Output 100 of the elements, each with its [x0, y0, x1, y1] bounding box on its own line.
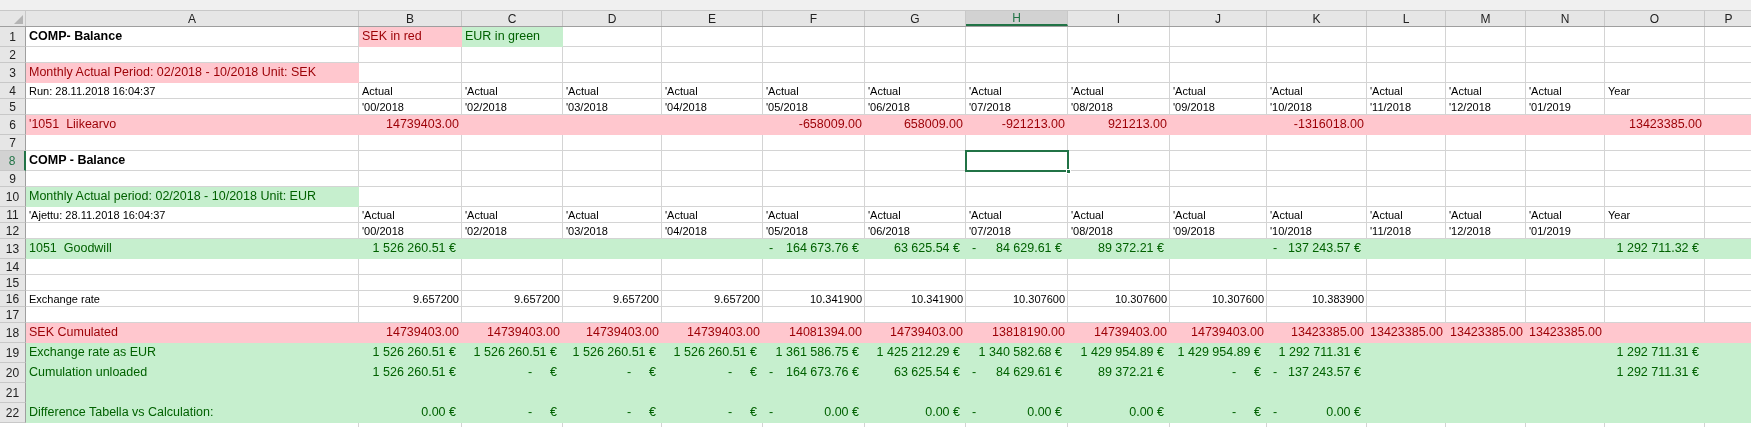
- zero-dash: -: [527, 364, 533, 382]
- row-header[interactable]: 10: [0, 187, 26, 207]
- column-header[interactable]: F: [763, 11, 865, 26]
- zero-dash: -: [727, 404, 733, 422]
- cell-value: 164 673.76 €: [786, 364, 859, 382]
- minus-sign: -: [1273, 364, 1278, 382]
- currency-symbol: €: [550, 404, 557, 422]
- table-cell-text: 1 526 260.51 €: [371, 344, 457, 362]
- zero-dash: -: [727, 364, 733, 382]
- currency-symbol: €: [750, 364, 757, 382]
- table-cell-text: 'Actual: [765, 208, 800, 223]
- minus-sign: -: [972, 364, 977, 382]
- minus-sign: -: [769, 364, 774, 382]
- row-header[interactable]: 21: [0, 383, 26, 403]
- column-header[interactable]: E: [662, 11, 763, 26]
- table-cell-text: Year: [1607, 208, 1632, 223]
- column-header[interactable]: L: [1367, 11, 1446, 26]
- table-cell-text: 13818190.00: [991, 324, 1066, 342]
- row-header[interactable]: 14: [0, 259, 26, 275]
- minus-sign: -: [769, 240, 774, 258]
- row-header[interactable]: 19: [0, 343, 26, 363]
- currency-symbol: €: [550, 364, 557, 382]
- table-cell-text: '12/2018: [1448, 224, 1492, 239]
- table-cell-text: 13423385.00: [1628, 116, 1703, 134]
- table-cell-text: 10.383900: [1311, 292, 1365, 307]
- row-header[interactable]: 7: [0, 135, 26, 151]
- row-header[interactable]: 18: [0, 323, 26, 343]
- table-cell-text: '06/2018: [867, 100, 911, 115]
- table-cell-text: 14739403.00: [385, 324, 460, 342]
- table-cell-text: '09/2018: [1172, 224, 1216, 239]
- column-header[interactable]: J: [1170, 11, 1267, 26]
- table-cell-text: -1316018.00: [1292, 116, 1365, 134]
- select-all-icon[interactable]: [14, 15, 23, 24]
- table-cell-text: '07/2018: [968, 224, 1012, 239]
- table-cell-text: 'Actual: [765, 84, 800, 99]
- cell-value: 164 673.76 €: [786, 240, 859, 258]
- table-cell-text: Difference Tabella vs Calculation:: [28, 404, 215, 422]
- minus-sign: -: [1273, 240, 1278, 258]
- table-cell-text: 14739403.00: [889, 324, 964, 342]
- table-cell-text: 'Actual: [664, 208, 699, 223]
- row-header[interactable]: 12: [0, 223, 26, 239]
- row-header[interactable]: 9: [0, 171, 26, 187]
- zero-dash: -: [1231, 404, 1237, 422]
- row-header[interactable]: 15: [0, 275, 26, 291]
- row-header[interactable]: 2: [0, 47, 26, 63]
- table-cell-text: 1 526 260.51 €: [371, 240, 457, 258]
- table-cell-text: 1 429 954.89 €: [1176, 344, 1262, 362]
- table-cell-text: 1 292 711.31 €: [1615, 364, 1700, 382]
- table-cell: EUR in green: [462, 27, 563, 47]
- table-cell-text: Exchange rate: [28, 292, 101, 307]
- table-cell-text: 'Actual: [1369, 208, 1404, 223]
- table-cell-text: '08/2018: [1070, 224, 1114, 239]
- row-header[interactable]: 11: [0, 207, 26, 223]
- column-header[interactable]: A: [26, 11, 359, 26]
- table-cell-text: 9.657200: [612, 292, 660, 307]
- column-header[interactable]: C: [462, 11, 563, 26]
- row-header[interactable]: 6: [0, 115, 26, 135]
- table-cell-text: '01/2019: [1528, 100, 1572, 115]
- row-header[interactable]: 3: [0, 63, 26, 83]
- table-cell-text: 'Actual: [968, 84, 1003, 99]
- table-cell: Monthly Actual Period: 02/2018 - 10/2018 Unit: SEK: [26, 63, 359, 83]
- table-cell-text: 14739403.00: [1190, 324, 1265, 342]
- column-header[interactable]: N: [1526, 11, 1605, 26]
- column-header[interactable]: M: [1446, 11, 1526, 26]
- column-header[interactable]: B: [359, 11, 462, 26]
- cell-value: 84 629.61 €: [995, 364, 1062, 382]
- table-cell-text: '03/2018: [565, 100, 609, 115]
- zero-dash: -: [527, 404, 533, 422]
- table-cell-text: 'Actual: [1528, 84, 1563, 99]
- cell-value: 84 629.61 €: [995, 240, 1062, 258]
- table-cell-text: 1 429 954.89 €: [1079, 344, 1165, 362]
- row-header[interactable]: 13: [0, 239, 26, 259]
- table-cell-text: 'Actual: [1448, 84, 1483, 99]
- table-cell-text: 10.307600: [1211, 292, 1265, 307]
- table-cell-text: '10/2018: [1269, 100, 1313, 115]
- row-header[interactable]: 20: [0, 363, 26, 383]
- table-cell-text: Exchange rate as EUR: [28, 344, 158, 362]
- table-cell: Monthly Actual period: 02/2018 - 10/2018 Unit: EUR: [26, 187, 359, 207]
- column-header[interactable]: K: [1267, 11, 1367, 26]
- row-header[interactable]: 1: [0, 27, 26, 47]
- table-cell-text: '00/2018: [361, 100, 405, 115]
- column-header[interactable]: H: [966, 11, 1068, 26]
- column-header[interactable]: D: [563, 11, 662, 26]
- table-cell-text: 1 526 260.51 €: [472, 344, 558, 362]
- row-header[interactable]: 5: [0, 99, 26, 115]
- row-header[interactable]: 17: [0, 307, 26, 323]
- table-cell-text: Actual: [361, 84, 394, 99]
- table-cell-text: 'Ajettu: 28.11.2018 16:04:37: [28, 208, 167, 223]
- table-cell-text: 'Actual: [1070, 208, 1105, 223]
- row-header[interactable]: 16: [0, 291, 26, 307]
- column-header[interactable]: O: [1605, 11, 1705, 26]
- column-header[interactable]: I: [1068, 11, 1170, 26]
- table-cell-text: 1 292 711.31 €: [1277, 344, 1362, 362]
- currency-symbol: €: [1254, 364, 1261, 382]
- row-header[interactable]: 8: [0, 151, 26, 171]
- row-header[interactable]: 22: [0, 403, 26, 423]
- column-header[interactable]: P: [1705, 11, 1751, 26]
- table-cell-text: 14739403.00: [486, 324, 561, 342]
- table-cell: SEK in red: [359, 27, 462, 47]
- row-header[interactable]: 4: [0, 83, 26, 99]
